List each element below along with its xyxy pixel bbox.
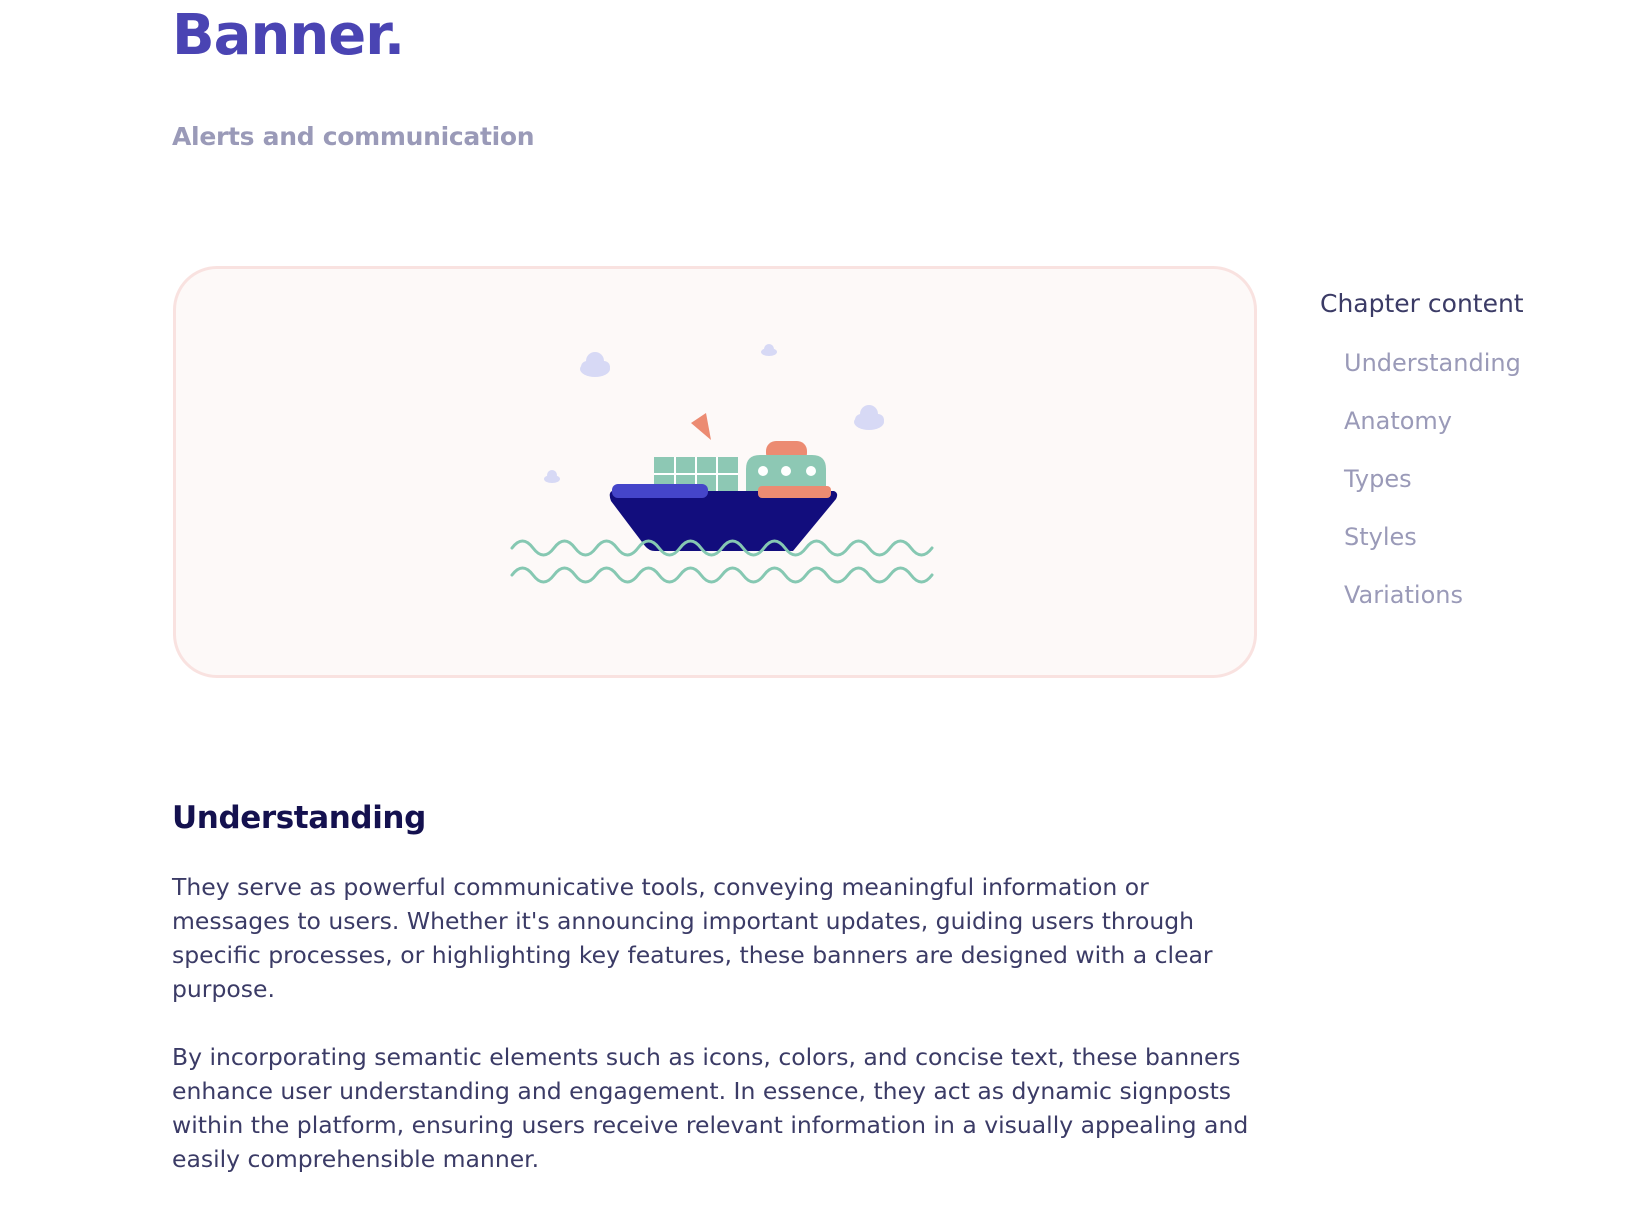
wave-bottom [510,566,934,584]
page-subtitle: Alerts and communication [172,122,535,151]
ship-deck [612,484,708,498]
section-body: They serve as powerful communicative too… [172,870,1267,1210]
chapter-content-heading: Chapter content [1320,289,1524,318]
hero-banner [173,266,1257,678]
toc-link-variations[interactable]: Variations [1344,577,1620,613]
toc-link-types[interactable]: Types [1344,461,1620,497]
toc-link-anatomy[interactable]: Anatomy [1344,403,1620,439]
cloud-icon [761,344,777,356]
ship-deck-accent [758,486,831,498]
paragraph: They serve as powerful communicative too… [172,873,1213,1003]
cargo-ship-illustration [510,344,934,584]
cloud-icon [580,352,610,377]
cloud-icon [854,405,884,430]
flag-icon [691,413,711,440]
cloud-icon [544,470,560,483]
section-heading-understanding: Understanding [172,800,426,836]
toc-link-styles[interactable]: Styles [1344,519,1620,555]
paragraph: By incorporating semantic elements such … [172,1043,1249,1173]
toc-link-understanding[interactable]: Understanding [1344,345,1620,381]
chapter-content-nav: Chapter content Understanding Anatomy Ty… [1320,286,1620,635]
chapter-content-list: Understanding Anatomy Types Styles Varia… [1320,345,1620,613]
page-title: Banner. [172,3,405,68]
